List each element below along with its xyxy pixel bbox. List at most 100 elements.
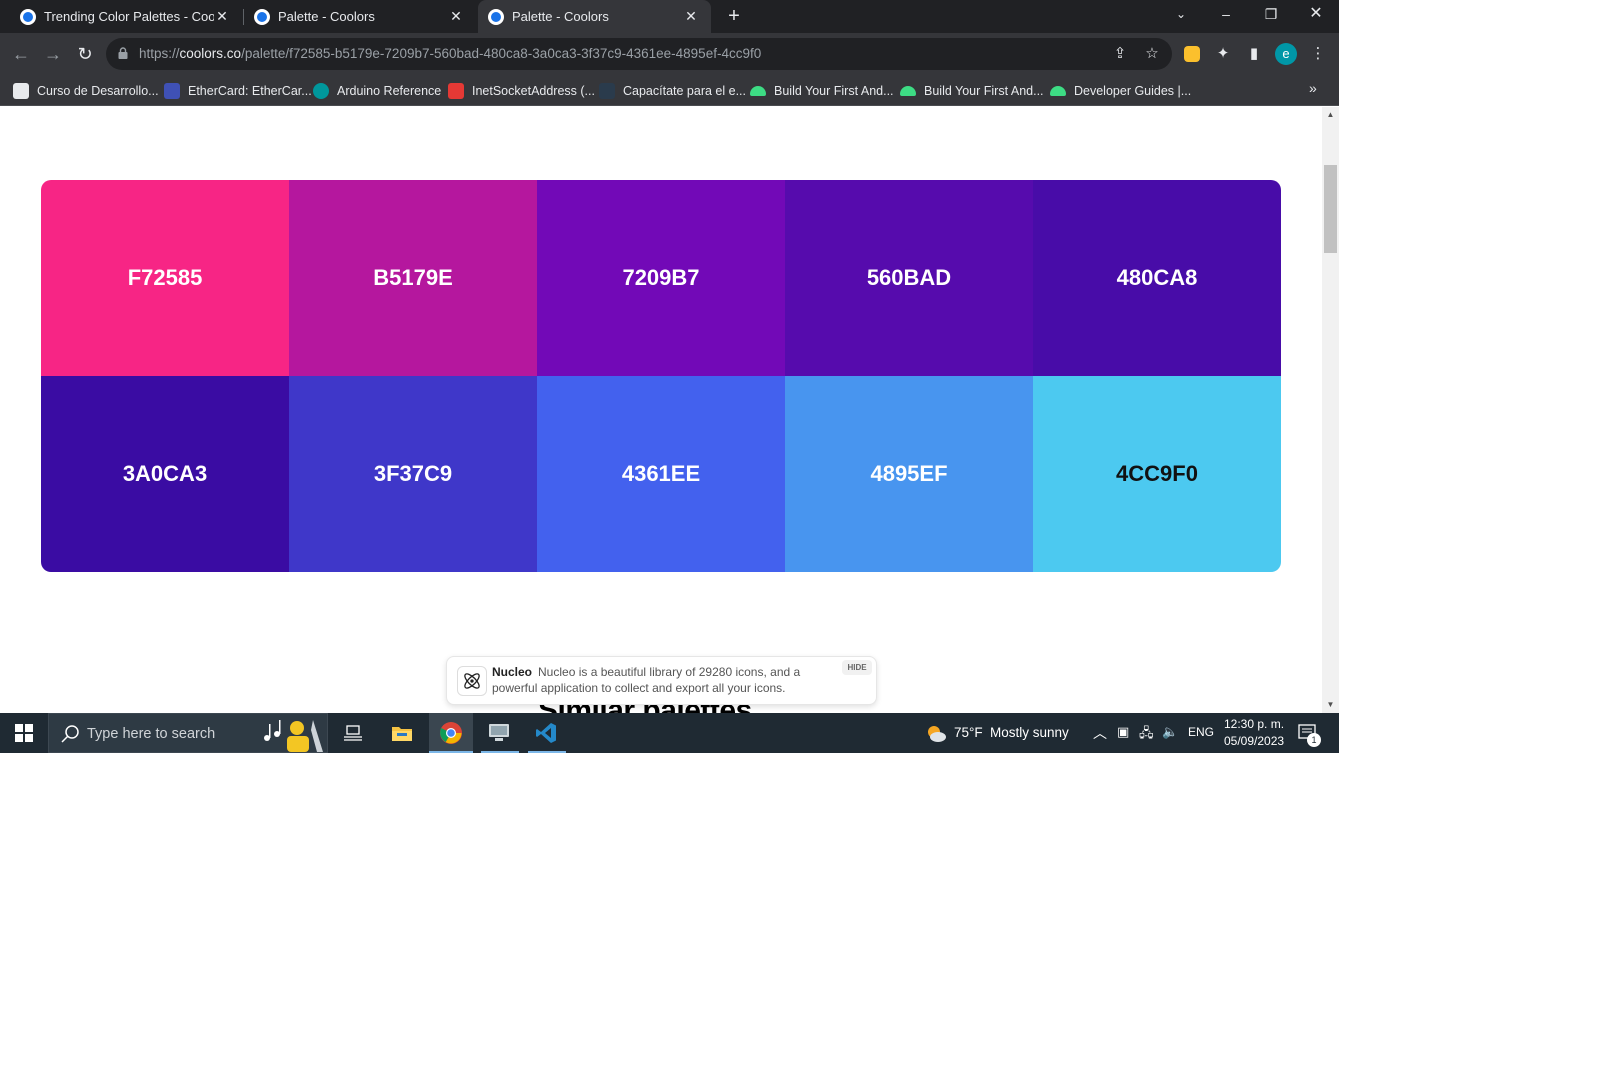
vscode-icon[interactable] xyxy=(526,713,566,753)
color-swatch[interactable]: 3F37C9 xyxy=(289,376,537,572)
side-panel-icon[interactable]: ▮ xyxy=(1243,43,1265,65)
color-swatch[interactable]: F72585 xyxy=(41,180,289,376)
notification-center-icon[interactable] xyxy=(1293,713,1323,753)
color-swatch[interactable]: B5179E xyxy=(289,180,537,376)
browser-toolbar: ← → ↻ https://coolors.co/palette/f72585-… xyxy=(0,33,1339,75)
meet-now-icon[interactable]: ▣ xyxy=(1117,724,1129,740)
close-window-button[interactable]: ✕ xyxy=(1293,0,1339,30)
close-icon[interactable]: ✕ xyxy=(683,8,699,25)
close-icon[interactable]: ✕ xyxy=(448,8,464,25)
tab-trending-palettes[interactable]: Trending Color Palettes - Coolors ✕ xyxy=(0,0,242,33)
search-placeholder: Type here to search xyxy=(87,726,216,742)
remote-desktop-icon[interactable] xyxy=(479,713,519,753)
tab-title: Palette - Coolors xyxy=(278,9,375,24)
bookmark-item[interactable]: Curso de Desarrollo... xyxy=(13,81,159,100)
tab-search-chevron-icon[interactable]: ⌄ xyxy=(1158,0,1204,30)
clock-date[interactable]: 05/09/2023 xyxy=(1224,734,1284,748)
file-explorer-icon[interactable] xyxy=(382,713,422,753)
bookmark-item[interactable]: Capacítate para el e... xyxy=(599,81,746,100)
color-palette: F72585 B5179E 7209B7 560BAD 480CA8 3A0CA… xyxy=(41,180,1281,572)
bookmark-label: Curso de Desarrollo... xyxy=(37,83,159,98)
bookmark-favicon-icon xyxy=(599,82,615,99)
color-swatch[interactable]: 4CC9F0 xyxy=(1033,376,1281,572)
network-icon[interactable]: 🖧 xyxy=(1139,724,1154,746)
color-swatch[interactable]: 4361EE xyxy=(537,376,785,572)
bookmark-favicon-icon xyxy=(164,82,180,99)
weather-description[interactable]: Mostly sunny xyxy=(990,725,1069,740)
bookmark-label: InetSocketAddress (... xyxy=(472,83,595,98)
menu-kebab-icon[interactable]: ⋮ xyxy=(1307,43,1329,65)
weather-temperature[interactable]: 75°F xyxy=(954,725,983,740)
chrome-active-indicator xyxy=(429,751,473,753)
weather-sun-cloud-icon[interactable] xyxy=(923,713,949,753)
coolors-favicon-icon xyxy=(20,8,36,25)
tab-palette-active[interactable]: Palette - Coolors ✕ xyxy=(478,0,711,33)
bookmark-favicon-icon xyxy=(313,82,329,99)
scrollbar-thumb[interactable] xyxy=(1324,165,1337,253)
bookmark-item[interactable]: Developer Guides |... xyxy=(1050,81,1191,100)
hex-code[interactable]: 480CA8 xyxy=(1117,265,1198,291)
task-view-icon[interactable] xyxy=(333,713,373,753)
coolors-favicon-icon xyxy=(488,8,504,25)
android-icon xyxy=(1050,85,1066,96)
minimize-button[interactable]: – xyxy=(1203,0,1249,30)
color-swatch[interactable]: 480CA8 xyxy=(1033,180,1281,376)
screenshot: Trending Color Palettes - Coolors ✕ Pale… xyxy=(0,0,1339,753)
bookmark-item[interactable]: Arduino Reference xyxy=(313,81,441,100)
bookmarks-overflow-chevron-icon[interactable]: » xyxy=(1309,80,1317,96)
extension-icon[interactable] xyxy=(1181,43,1203,65)
color-swatch[interactable]: 7209B7 xyxy=(537,180,785,376)
hex-code[interactable]: 560BAD xyxy=(867,265,951,291)
bookmark-star-icon[interactable]: ☆ xyxy=(1143,45,1161,63)
hex-code[interactable]: F72585 xyxy=(128,265,203,291)
app-open-indicator xyxy=(481,751,519,753)
chevron-up-icon[interactable]: ︿ xyxy=(1093,723,1107,743)
hex-code[interactable]: 3F37C9 xyxy=(374,461,452,487)
clock-time[interactable]: 12:30 p. m. xyxy=(1224,717,1284,731)
hex-code[interactable]: 4CC9F0 xyxy=(1116,461,1198,487)
close-icon[interactable]: ✕ xyxy=(214,8,230,25)
hex-code[interactable]: B5179E xyxy=(373,265,453,291)
bookmark-item[interactable]: Build Your First And... xyxy=(750,81,894,100)
input-language[interactable]: ENG xyxy=(1188,725,1214,739)
reload-icon[interactable]: ↻ xyxy=(73,42,97,66)
new-tab-button[interactable]: + xyxy=(723,4,745,28)
share-icon[interactable]: ⇪ xyxy=(1111,45,1129,63)
scroll-down-arrow-icon[interactable]: ▼ xyxy=(1322,697,1339,713)
chrome-app-icon[interactable] xyxy=(429,713,473,753)
volume-icon[interactable]: 🔈 xyxy=(1162,724,1178,740)
color-swatch[interactable]: 560BAD xyxy=(785,180,1033,376)
windows-start-icon[interactable] xyxy=(0,713,48,753)
hex-code[interactable]: 3A0CA3 xyxy=(123,461,207,487)
search-highlight-illustration-icon xyxy=(264,720,323,752)
bookmark-label: Developer Guides |... xyxy=(1074,83,1192,98)
android-icon xyxy=(750,85,766,96)
hex-code[interactable]: 4895EF xyxy=(870,461,947,487)
search-icon xyxy=(61,725,79,743)
bookmark-item[interactable]: InetSocketAddress (... xyxy=(448,81,595,100)
bookmark-favicon-icon xyxy=(13,82,29,99)
lock-icon xyxy=(118,47,128,59)
back-arrow-icon[interactable]: ← xyxy=(9,42,33,66)
windows-taskbar: Type here to search 75°F Mostly sunny ︿ … xyxy=(0,713,1339,753)
bookmark-item[interactable]: EtherCard: EtherCar... xyxy=(164,81,312,100)
bookmark-label: Build Your First And... xyxy=(924,83,1044,98)
page-scrollbar[interactable]: ▲ ▼ xyxy=(1322,107,1339,713)
tab-title: Trending Color Palettes - Coolors xyxy=(44,9,214,24)
sponsor-ad[interactable]: Nucleo Nucleo is a beautiful library of 2… xyxy=(446,656,877,705)
profile-avatar[interactable]: e xyxy=(1275,43,1297,65)
address-bar[interactable]: https://coolors.co/palette/f72585-b5179e… xyxy=(106,38,1172,70)
bookmark-item[interactable]: Build Your First And... xyxy=(900,81,1044,100)
forward-arrow-icon[interactable]: → xyxy=(41,42,65,66)
restore-button[interactable]: ❐ xyxy=(1248,0,1294,30)
color-swatch[interactable]: 4895EF xyxy=(785,376,1033,572)
puzzle-extensions-icon[interactable]: ✦ xyxy=(1212,43,1234,65)
hex-code[interactable]: 4361EE xyxy=(622,461,700,487)
url-text: https://coolors.co/palette/f72585-b5179e… xyxy=(139,46,762,61)
tab-palette[interactable]: Palette - Coolors ✕ xyxy=(234,0,476,33)
hex-code[interactable]: 7209B7 xyxy=(622,265,699,291)
color-swatch[interactable]: 3A0CA3 xyxy=(41,376,289,572)
taskbar-search-box[interactable]: Type here to search xyxy=(48,713,328,753)
scroll-up-arrow-icon[interactable]: ▲ xyxy=(1322,107,1339,123)
hide-ad-button[interactable]: HIDE xyxy=(842,660,872,675)
